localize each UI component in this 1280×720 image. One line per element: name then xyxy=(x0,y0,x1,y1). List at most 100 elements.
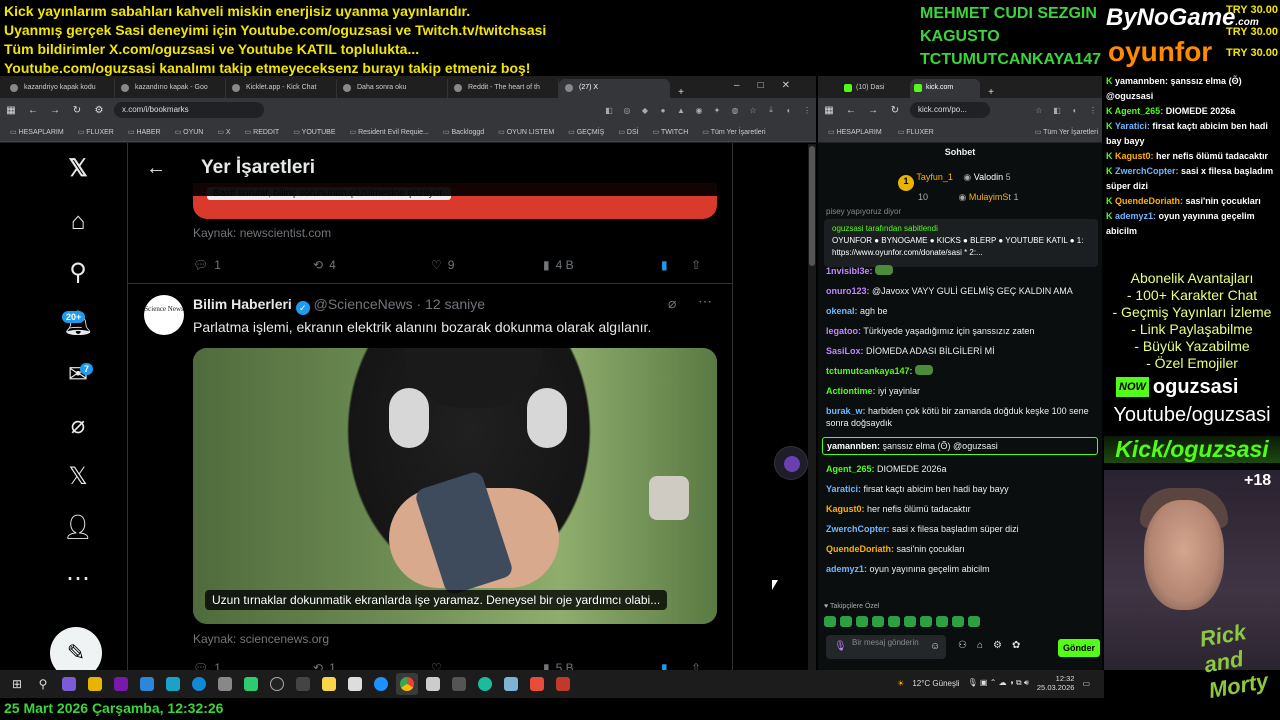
chat-username[interactable]: tctumutcankaya147: xyxy=(826,366,913,376)
bookmark-folder[interactable]: YOUTUBE xyxy=(293,128,336,136)
menu-icon[interactable]: ⋮ xyxy=(798,106,816,115)
app-icon[interactable] xyxy=(136,673,158,695)
compose-post-button[interactable]: ✎ xyxy=(50,627,102,670)
extension-icon[interactable]: ◉ xyxy=(690,106,708,115)
browser-tab[interactable]: (10) Dasi xyxy=(840,79,910,98)
more-icon[interactable]: ⋯ xyxy=(62,563,94,595)
chat-message[interactable]: SasiLox: DİOMEDA ADASI BİLGİLERİ Mİ xyxy=(826,345,1098,357)
share-icon[interactable]: ⇧ xyxy=(691,258,701,272)
camera-icon[interactable] xyxy=(214,673,236,695)
bookmark-folder[interactable]: HESAPLARIM xyxy=(10,128,64,136)
chat-message[interactable]: yamannben: şanssız elma (ʘ̃) @oguzsasi xyxy=(822,437,1098,455)
file-explorer-icon[interactable] xyxy=(84,673,106,695)
x-logo-icon[interactable]: 𝕏 xyxy=(62,153,94,185)
apps-icon[interactable]: ▦ xyxy=(0,105,22,116)
bookmark-folder[interactable]: REDDIT xyxy=(245,128,279,136)
extension-icon[interactable]: ◍ xyxy=(726,106,744,115)
chat-username[interactable]: onuro123: xyxy=(826,286,870,296)
chat-username[interactable]: ademyz1: xyxy=(826,564,867,574)
extension-icon[interactable]: ● xyxy=(654,106,672,115)
search-icon[interactable]: ⚲ xyxy=(62,257,94,289)
tweet-more-icon[interactable]: ⋯ xyxy=(698,293,712,310)
search-icon[interactable]: ⚲ xyxy=(32,673,54,695)
like-action[interactable]: ♡ xyxy=(431,661,543,670)
bookmark-folder[interactable]: X xyxy=(217,128,231,136)
link-source[interactable]: Kaynak: newscientist.com xyxy=(193,226,331,240)
extension-icon[interactable]: ▲ xyxy=(672,106,690,115)
menu-icon[interactable]: ⋮ xyxy=(1084,106,1102,115)
bookmark-folder[interactable]: OYUN LISTEM xyxy=(498,128,554,136)
bookmark-folder[interactable]: OYUN xyxy=(175,128,203,136)
chat-message[interactable]: Yaratici: firsat kaçtı abicim ben hadi b… xyxy=(826,483,1098,495)
app-icon[interactable] xyxy=(552,673,574,695)
views-action[interactable]: ▮ 4 B xyxy=(543,258,661,272)
weather-icon[interactable]: ☀ xyxy=(897,679,904,688)
profile-icon[interactable]: 👤︎ xyxy=(62,512,94,544)
start-icon[interactable]: ⊞ xyxy=(6,673,28,695)
chat-message[interactable]: onuro123: @Javoxx VAYY GULİ GELMİŞ GEÇ K… xyxy=(826,285,1098,297)
apps-icon[interactable]: ▦ xyxy=(818,105,840,116)
chat-username[interactable]: ZwerchCopter: xyxy=(826,524,890,534)
app-icon[interactable] xyxy=(58,673,80,695)
extension-icon[interactable]: ◎ xyxy=(618,106,636,115)
grok-icon[interactable]: ⌀ xyxy=(62,410,94,442)
notification-icon[interactable]: ▭ xyxy=(1082,679,1090,688)
edge-icon[interactable] xyxy=(188,673,210,695)
app-icon[interactable] xyxy=(500,673,522,695)
bookmark-folder[interactable]: FLUXER xyxy=(78,128,114,136)
sticky-notes-icon[interactable] xyxy=(318,673,340,695)
chat-username[interactable]: Actiontime: xyxy=(826,386,876,396)
url-field[interactable]: x.com/i/bookmarks xyxy=(114,102,264,118)
window-controls[interactable]: –□✕ xyxy=(734,80,808,91)
new-tab-icon[interactable]: + xyxy=(980,87,1002,98)
bookmark-star-icon[interactable]: ☆ xyxy=(1030,106,1048,115)
chat-message[interactable]: ademyz1: oyun yayınına geçelim abicilm xyxy=(826,563,1098,575)
browser-tab[interactable]: Reddit - The heart of th xyxy=(448,79,559,98)
app-icon[interactable] xyxy=(422,673,444,695)
bookmark-folder[interactable]: TWITCH xyxy=(653,128,688,136)
messages-drawer-icon[interactable] xyxy=(774,446,808,480)
chat-username[interactable]: burak_w: xyxy=(826,406,866,416)
scrollbar[interactable] xyxy=(808,144,816,670)
chat-username[interactable]: Yaratici: xyxy=(826,484,861,494)
tray-icons[interactable]: 🎙︎ ▣ ⌃ ☁ ◑ ⧉ 🔊︎ xyxy=(968,678,1029,688)
tweet-time[interactable]: · 12 saniye xyxy=(417,296,485,312)
emote[interactable] xyxy=(952,616,964,627)
bookmark-icon[interactable]: ▮ xyxy=(661,258,691,272)
bookmark-star-icon[interactable]: ☆ xyxy=(744,106,762,115)
chat-message[interactable]: 1nvisibl3e: xyxy=(826,265,1098,277)
chat-message[interactable]: okenal: agh be xyxy=(826,305,1098,317)
chrome-icon[interactable] xyxy=(396,673,418,695)
browser-tab[interactable]: kazandırıo kapak - Goo xyxy=(115,79,226,98)
bookmark-icon[interactable]: ▮ xyxy=(661,661,691,670)
link-source[interactable]: Kaynak: sciencenews.org xyxy=(193,632,329,646)
back-arrow-icon[interactable]: ← xyxy=(146,157,166,180)
profile-icon[interactable]: ◐ xyxy=(1066,106,1084,115)
emote[interactable] xyxy=(936,616,948,627)
reload-icon[interactable]: ↻ xyxy=(66,105,88,116)
chat-username[interactable]: Agent_265: xyxy=(826,464,875,474)
bookmark-folder[interactable]: DSİ xyxy=(618,128,639,136)
repost-action[interactable]: ⟲ 1 xyxy=(313,661,431,670)
browser-tab[interactable]: Daha sonra oku xyxy=(337,79,448,98)
repost-action[interactable]: ⟲ 4 xyxy=(313,258,431,272)
avatar[interactable]: Science News xyxy=(144,295,184,335)
steam-icon[interactable] xyxy=(266,673,288,695)
app-icon[interactable] xyxy=(370,673,392,695)
reply-action[interactable]: 💬︎ 1 xyxy=(193,258,313,272)
clock[interactable]: 12:32 25.03.2026 xyxy=(1037,674,1075,692)
share-icon[interactable]: ⇧ xyxy=(691,661,701,670)
emote[interactable] xyxy=(872,616,884,627)
download-icon[interactable]: ⤓ xyxy=(762,105,780,115)
app-icon[interactable] xyxy=(344,673,366,695)
bookmark-folder[interactable]: GEÇMİŞ xyxy=(568,128,605,136)
emote[interactable] xyxy=(968,616,980,627)
onenote-icon[interactable] xyxy=(110,673,132,695)
chat-message[interactable]: tctumutcankaya147: xyxy=(826,365,1098,377)
app-icon[interactable] xyxy=(292,673,314,695)
emoji-icon[interactable]: ☺ xyxy=(930,641,940,652)
app-icon[interactable] xyxy=(162,673,184,695)
browser-tab-active[interactable]: (27) X xyxy=(559,79,670,98)
browser-tab[interactable]: kazandriyo kapak kodu xyxy=(4,79,115,98)
browser-tab[interactable]: Kicklet.app - Kick Chat xyxy=(226,79,337,98)
